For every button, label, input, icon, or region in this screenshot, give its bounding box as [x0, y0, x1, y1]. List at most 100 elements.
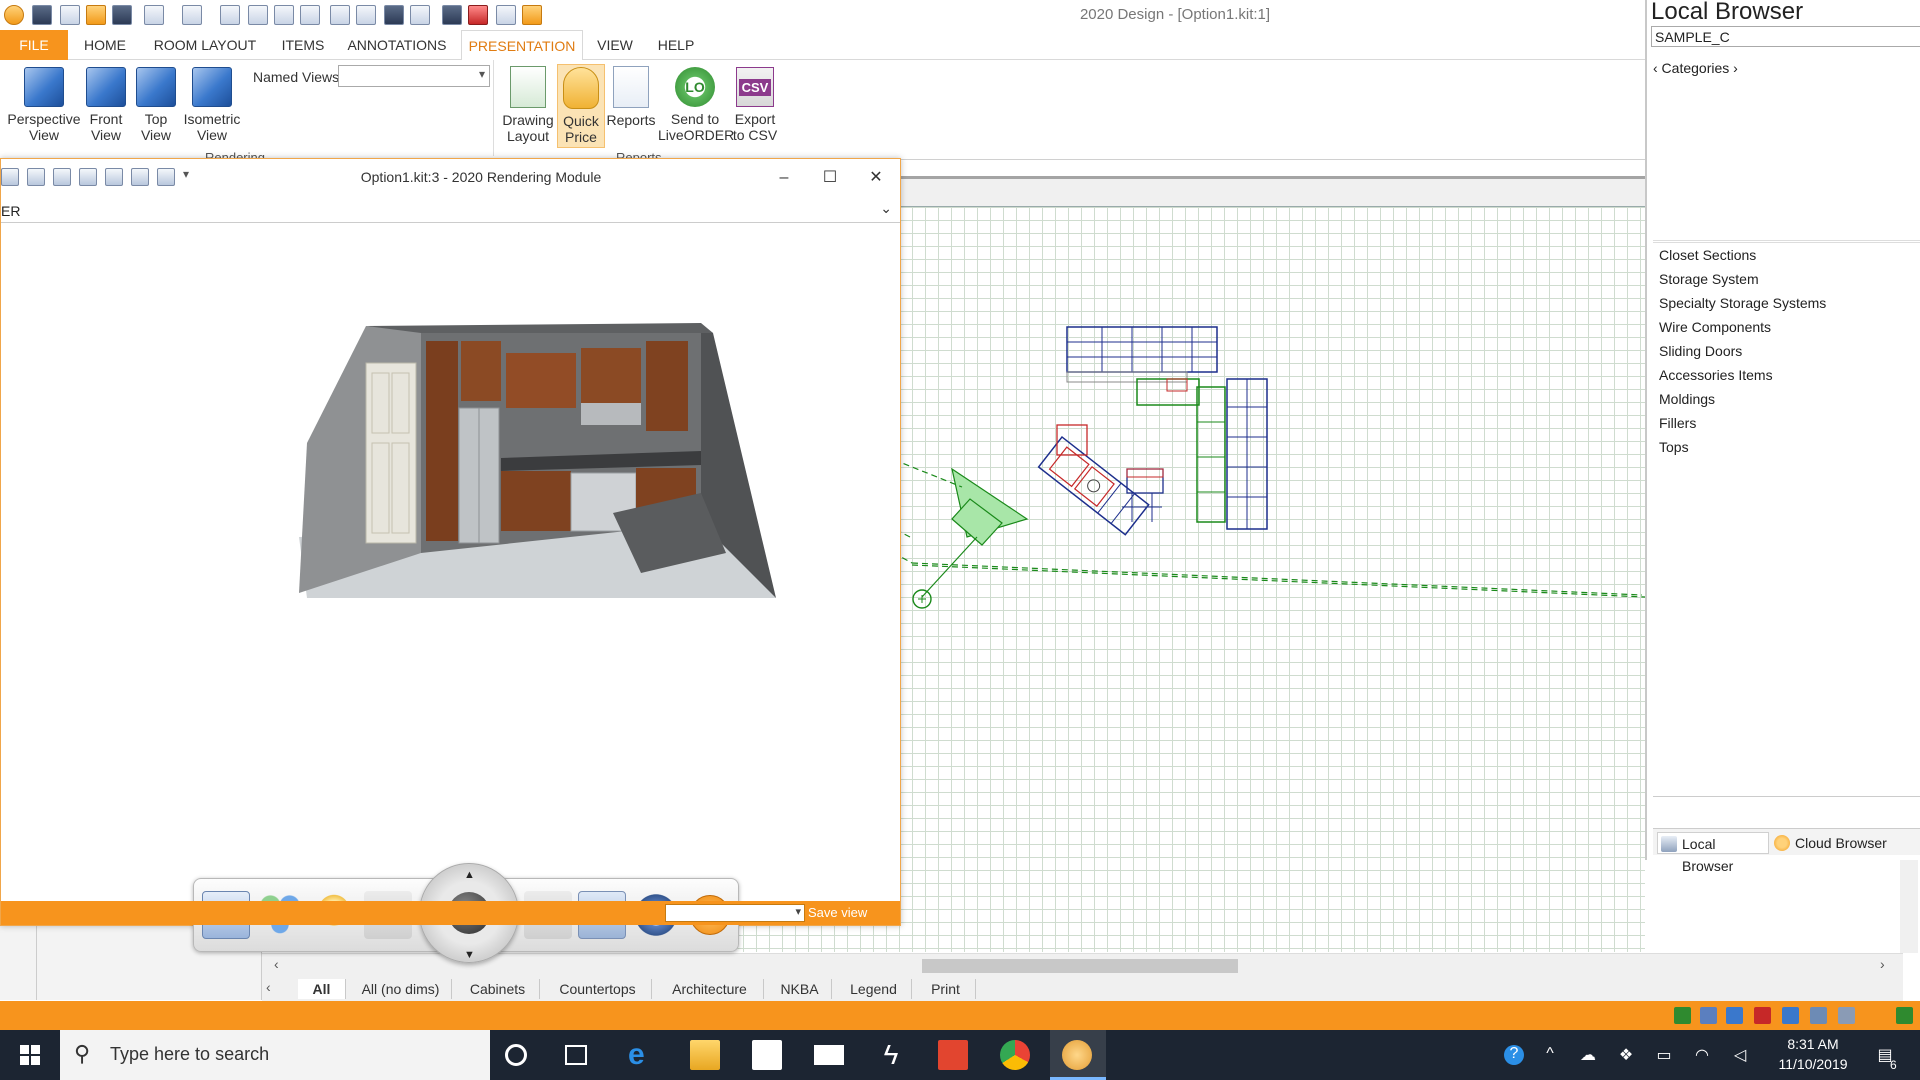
view-tab-architecture[interactable]: Architecture: [656, 979, 764, 999]
tab-view[interactable]: VIEW: [592, 30, 638, 60]
zoom-icon[interactable]: [410, 5, 430, 25]
save-icon[interactable]: [112, 5, 132, 25]
maximize-icon[interactable]: ☐: [815, 165, 845, 191]
send-to-liveorder-button[interactable]: LO Send to LiveORDER: [658, 64, 734, 143]
taskbar-clock[interactable]: 8:31 AM 11/10/2019: [1770, 1034, 1856, 1074]
isometric-view-button[interactable]: Isometric View: [180, 64, 244, 143]
cut-icon[interactable]: [220, 5, 240, 25]
tab-items[interactable]: ITEMS: [276, 30, 330, 60]
taskbar-search-box[interactable]: ⚲ Type here to search: [60, 1030, 490, 1080]
file-explorer-icon[interactable]: [690, 1040, 720, 1070]
lock-icon[interactable]: [32, 5, 52, 25]
tab-room-layout[interactable]: ROOM LAYOUT: [146, 30, 264, 60]
table-icon[interactable]: [356, 5, 376, 25]
list-item-specialty-storage[interactable]: Specialty Storage Systems: [1659, 295, 1826, 311]
search-tool-icon[interactable]: [27, 168, 45, 186]
windows-start-icon[interactable]: [0, 1030, 60, 1080]
tab-home[interactable]: HOME: [75, 30, 135, 60]
drawing-layout-button[interactable]: Drawing Layout: [500, 64, 556, 144]
camera-tool-icon[interactable]: [131, 168, 149, 186]
toolbar-dropdown-icon[interactable]: ▾: [183, 167, 189, 181]
list-item-wire-components[interactable]: Wire Components: [1659, 319, 1771, 335]
top-view-button[interactable]: Top View: [134, 64, 178, 143]
bolt-app-icon[interactable]: ϟ: [876, 1040, 906, 1070]
list-item-storage-system[interactable]: Storage System: [1659, 271, 1759, 287]
list-item-closet-sections[interactable]: Closet Sections: [1659, 247, 1756, 263]
zoom-tool-icon[interactable]: [1, 168, 19, 186]
save-tool-icon[interactable]: [79, 168, 97, 186]
view-tab-all-no-dims[interactable]: All (no dims): [350, 979, 452, 999]
horizontal-scroll-thumb[interactable]: [922, 959, 1238, 973]
list-item-moldings[interactable]: Moldings: [1659, 391, 1715, 407]
reports-button[interactable]: Reports: [606, 64, 656, 128]
named-views-select[interactable]: [338, 65, 490, 87]
toolbox-icon[interactable]: [468, 5, 488, 25]
delete-icon[interactable]: [300, 5, 320, 25]
redo-icon[interactable]: [182, 5, 202, 25]
open-folder-icon[interactable]: [86, 5, 106, 25]
new-file-icon[interactable]: [60, 5, 80, 25]
chevron-down-icon[interactable]: ⌄: [880, 200, 892, 217]
view-tab-nkba[interactable]: NKBA: [768, 979, 832, 999]
list-item-tops[interactable]: Tops: [1659, 439, 1689, 455]
status-grid-icon[interactable]: [1674, 1007, 1691, 1024]
store-icon[interactable]: [752, 1040, 782, 1070]
layout-icon[interactable]: [496, 5, 516, 25]
page-tool-icon[interactable]: [53, 168, 71, 186]
battery-icon[interactable]: ▭: [1654, 1045, 1674, 1065]
view-tab-legend[interactable]: Legend: [836, 979, 912, 999]
tab-help[interactable]: HELP: [652, 30, 700, 60]
cube-icon[interactable]: [442, 5, 462, 25]
copy-icon[interactable]: [248, 5, 268, 25]
tab-cloud-browser[interactable]: Cloud Browser: [1771, 832, 1911, 854]
close-icon[interactable]: ✕: [861, 165, 891, 191]
quick-price-button[interactable]: Quick Price: [557, 64, 605, 148]
vertical-scrollbar[interactable]: [1900, 860, 1918, 953]
undo-icon[interactable]: [144, 5, 164, 25]
dropbox-icon[interactable]: ❖: [1616, 1045, 1636, 1065]
saved-views-select[interactable]: [665, 904, 805, 922]
volume-icon[interactable]: ◁: [1730, 1045, 1750, 1065]
status-table-icon[interactable]: [1700, 1007, 1717, 1024]
renderer-selector[interactable]: ER: [1, 203, 20, 219]
nav-up-icon[interactable]: ▲: [464, 869, 475, 881]
app-logo-icon[interactable]: [4, 5, 24, 25]
list-item-sliding-doors[interactable]: Sliding Doors: [1659, 343, 1742, 359]
paste-icon[interactable]: [274, 5, 294, 25]
tab-file[interactable]: FILE: [0, 30, 68, 60]
tab-local-browser[interactable]: Local Browser: [1657, 832, 1769, 874]
export-tool-icon[interactable]: [105, 168, 123, 186]
save-view-link[interactable]: Save view: [808, 905, 867, 920]
edge-browser-icon[interactable]: e: [628, 1040, 658, 1070]
list-item-fillers[interactable]: Fillers: [1659, 415, 1696, 431]
minimize-icon[interactable]: –: [769, 165, 799, 191]
tab-presentation[interactable]: PRESENTATION: [461, 30, 583, 61]
chevron-up-icon[interactable]: ^: [1540, 1045, 1560, 1065]
categories-nav[interactable]: ‹ Categories ›: [1653, 60, 1738, 76]
office-icon[interactable]: [938, 1040, 968, 1070]
scroll-right-icon[interactable]: ›: [1880, 956, 1885, 972]
status-flag-icon[interactable]: [1896, 1007, 1913, 1024]
catalog-search-input[interactable]: SAMPLE_C: [1651, 26, 1920, 47]
wifi-icon[interactable]: ◠: [1692, 1045, 1712, 1065]
nav-down-icon[interactable]: ▼: [464, 949, 475, 961]
chrome-icon[interactable]: [1000, 1040, 1030, 1070]
export-to-csv-button[interactable]: CSV Export to CSV: [730, 64, 780, 143]
task-view-icon[interactable]: [565, 1045, 587, 1065]
render-viewport[interactable]: ▲ ▼ ◀ ▶: [1, 223, 900, 963]
cortana-icon[interactable]: [505, 1044, 527, 1066]
status-snap-icon[interactable]: [1782, 1007, 1799, 1024]
status-layers-icon[interactable]: [1726, 1007, 1743, 1024]
perspective-view-button[interactable]: Perspective View: [6, 64, 82, 143]
status-settings-icon[interactable]: [1838, 1007, 1855, 1024]
status-red-icon[interactable]: [1754, 1007, 1771, 1024]
list-item-accessories[interactable]: Accessories Items: [1659, 367, 1773, 383]
status-measure-icon[interactable]: [1810, 1007, 1827, 1024]
view-tab-countertops[interactable]: Countertops: [544, 979, 652, 999]
mail-icon[interactable]: [814, 1045, 844, 1065]
fit-view-icon[interactable]: [384, 5, 404, 25]
onedrive-icon[interactable]: ☁: [1578, 1045, 1598, 1065]
tabs-scroll-left-icon[interactable]: ‹: [266, 979, 271, 995]
front-view-button[interactable]: Front View: [84, 64, 128, 143]
view-tab-print[interactable]: Print: [916, 979, 976, 999]
